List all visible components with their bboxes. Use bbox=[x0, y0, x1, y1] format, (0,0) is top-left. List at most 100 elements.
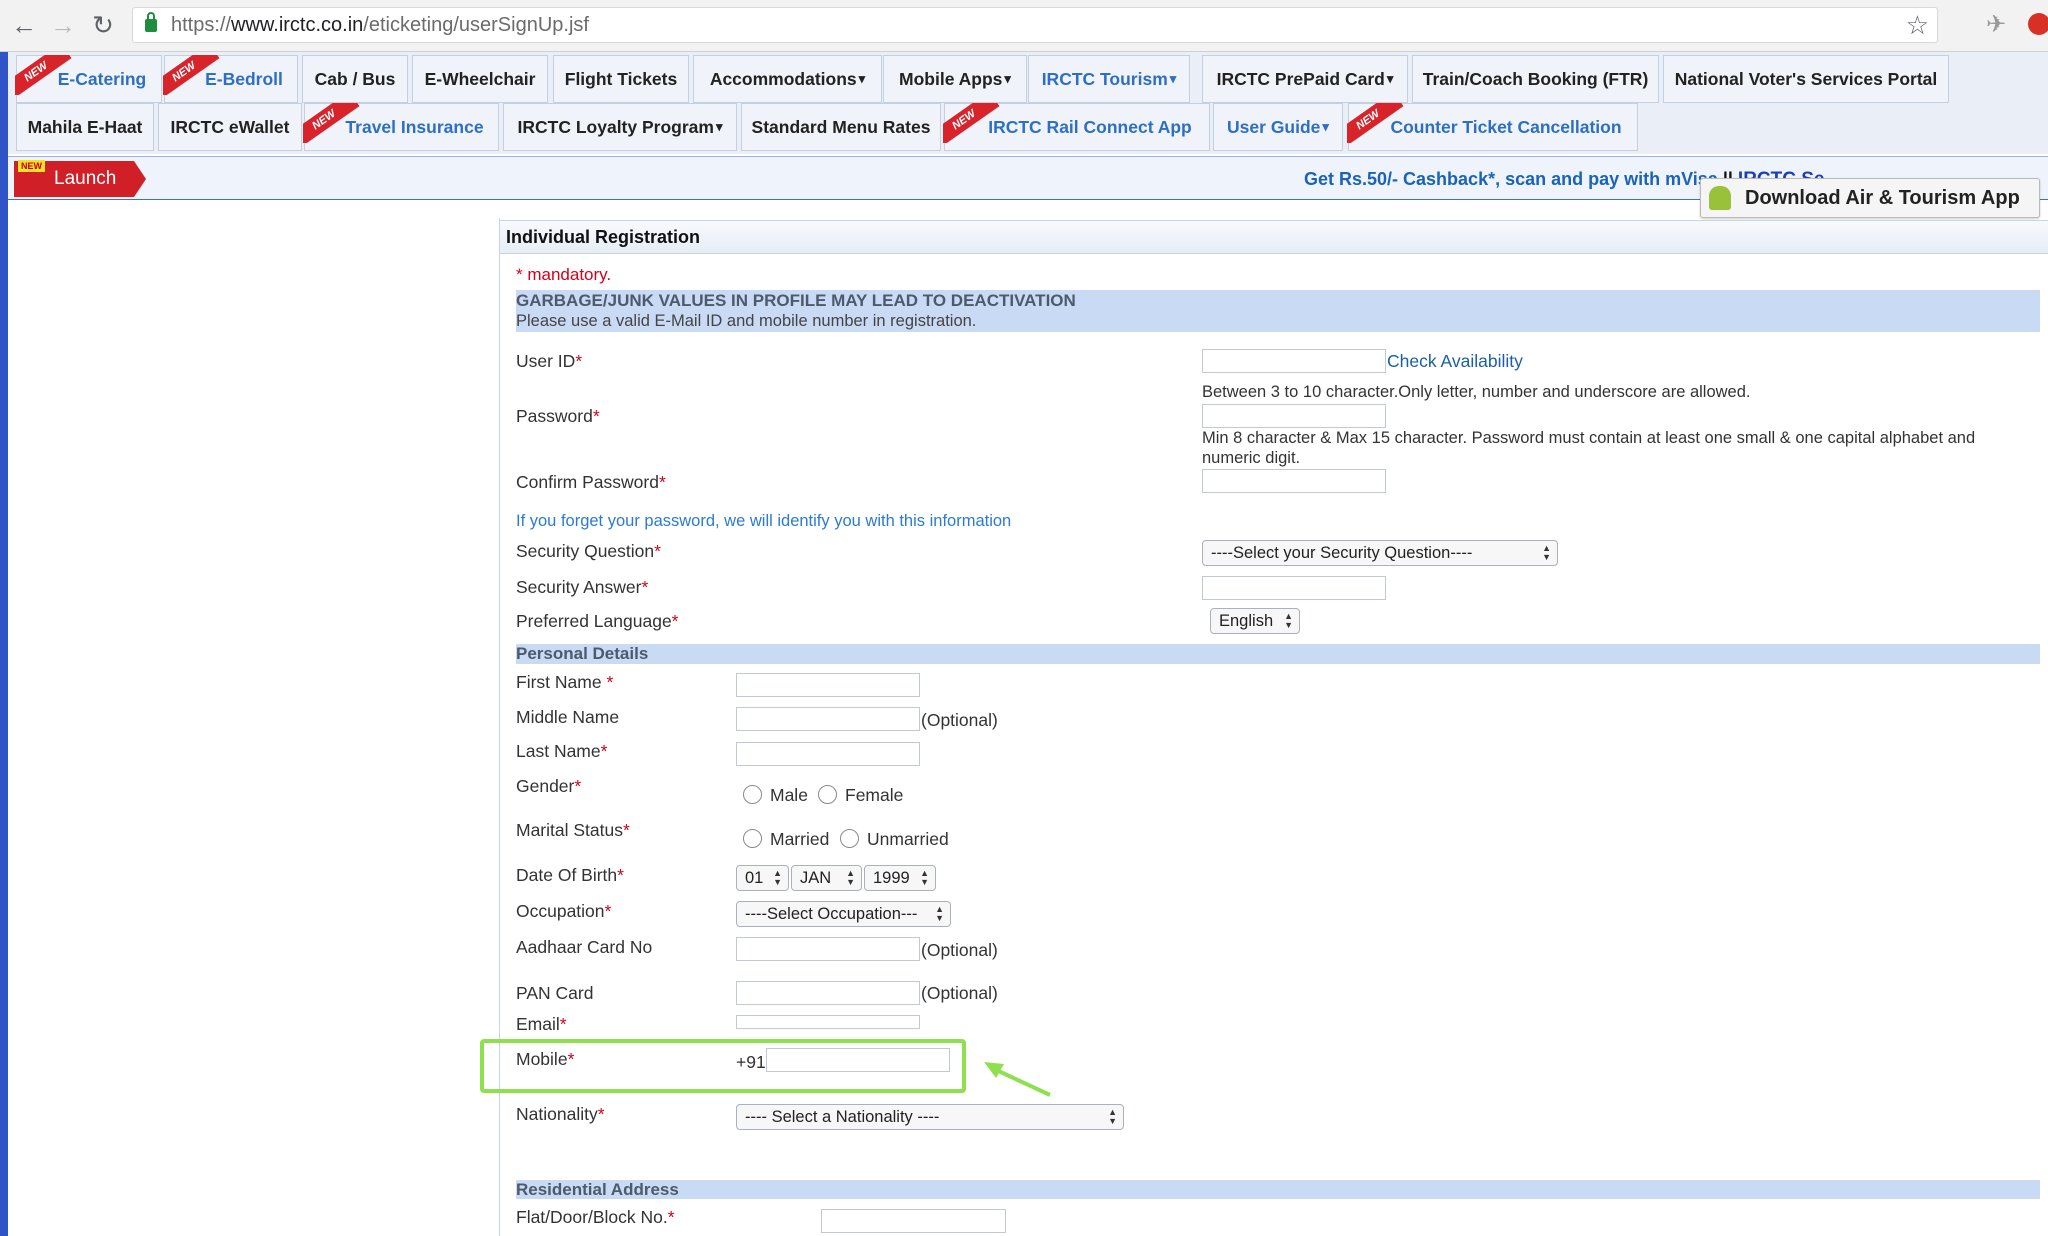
gender-female-radio[interactable] bbox=[818, 785, 837, 804]
row2-menu-item-0[interactable]: Mahila E-Haat bbox=[16, 103, 154, 151]
check-availability-link[interactable]: Check Availability bbox=[1387, 351, 1523, 372]
android-icon bbox=[1709, 186, 1731, 210]
menu-item-label: E-Bedroll bbox=[205, 68, 283, 89]
email-input[interactable] bbox=[736, 1015, 920, 1029]
occupation-label: Occupation* bbox=[516, 901, 612, 921]
row1-menu-item-8[interactable]: IRCTC PrePaid Card ▾ bbox=[1202, 55, 1408, 103]
menu-item-label: Flight Tickets bbox=[564, 68, 678, 89]
user-id-hint: Between 3 to 10 character.Only letter, n… bbox=[1202, 383, 1751, 401]
married-label: Married bbox=[770, 829, 830, 849]
residential-address-band bbox=[516, 1180, 2040, 1199]
last-name-input[interactable] bbox=[736, 742, 920, 766]
menu-item-label: IRCTC eWallet bbox=[170, 116, 290, 137]
unmarried-label: Unmarried bbox=[867, 829, 949, 849]
menu-item-label: Mobile Apps bbox=[899, 68, 1003, 89]
menu-item-label: IRCTC PrePaid Card bbox=[1216, 68, 1385, 89]
row1-menu-item-4[interactable]: Flight Tickets bbox=[553, 55, 689, 103]
security-question-select[interactable]: ----Select your Security Question---- ▲ ▼ bbox=[1202, 540, 1558, 566]
aadhaar-optional: (Optional) bbox=[921, 940, 998, 960]
lock-icon bbox=[145, 12, 157, 32]
pan-input[interactable] bbox=[736, 981, 920, 1005]
launch-label: NEW Launch bbox=[14, 160, 146, 197]
left-accent-strip bbox=[0, 52, 8, 1236]
reload-icon[interactable]: ↻ bbox=[88, 10, 118, 40]
row2-menu-item-4[interactable]: Standard Menu Rates bbox=[741, 103, 941, 151]
married-radio[interactable] bbox=[743, 829, 762, 848]
row2-menu-item-1[interactable]: IRCTC eWallet bbox=[158, 103, 302, 151]
back-arrow-icon[interactable]: ← bbox=[9, 10, 39, 40]
dob-label: Date Of Birth* bbox=[516, 865, 624, 885]
new-badge: NEW bbox=[18, 160, 45, 172]
middle-name-input[interactable] bbox=[736, 707, 920, 731]
nationality-select[interactable]: ---- Select a Nationality ---- ▲ ▼ bbox=[736, 1104, 1124, 1130]
row1-menu-item-7[interactable]: IRCTC Tourism ▾ bbox=[1028, 55, 1190, 103]
row1-menu-item-1[interactable]: E-Bedroll NEW bbox=[163, 55, 298, 103]
row1-menu-item-9[interactable]: Train/Coach Booking (FTR) bbox=[1412, 55, 1659, 103]
row1-menu-item-10[interactable]: National Voter's Services Portal bbox=[1663, 55, 1949, 103]
row1-menu-item-2[interactable]: Cab / Bus bbox=[302, 55, 408, 103]
pan-optional: (Optional) bbox=[921, 983, 998, 1003]
menu-item-label: Train/Coach Booking (FTR) bbox=[1422, 68, 1649, 89]
caret-down-icon: ▾ bbox=[1386, 71, 1394, 86]
pan-label: PAN Card bbox=[516, 983, 594, 1003]
gender-label: Gender* bbox=[516, 776, 582, 796]
star-icon[interactable]: ☆ bbox=[1906, 10, 1929, 41]
menu-item-label: IRCTC Loyalty Program bbox=[517, 116, 714, 137]
residential-address-title: Residential Address bbox=[516, 1180, 679, 1199]
address-bar[interactable]: https://www.irctc.co.in/eticketing/userS… bbox=[132, 7, 1938, 43]
middle-name-label: Middle Name bbox=[516, 707, 620, 727]
unmarried-radio[interactable] bbox=[840, 829, 859, 848]
last-name-label: Last Name* bbox=[516, 741, 608, 761]
menu-item-label: National Voter's Services Portal bbox=[1674, 68, 1938, 89]
row1-menu-item-6[interactable]: Mobile Apps ▾ bbox=[883, 55, 1027, 103]
nationality-label: Nationality* bbox=[516, 1104, 605, 1124]
user-id-label: User ID* bbox=[516, 351, 583, 371]
flat-label: Flat/Door/Block No.* bbox=[516, 1207, 675, 1227]
security-info-text: If you forget your password, we will ide… bbox=[516, 512, 1012, 530]
password-input[interactable] bbox=[1202, 404, 1386, 428]
menu-item-label: User Guide bbox=[1227, 116, 1321, 137]
personal-details-band bbox=[516, 644, 2040, 664]
dob-month-select[interactable]: JAN ▲ ▼ bbox=[791, 865, 862, 891]
download-app-button[interactable]: Download Air & Tourism App bbox=[1700, 178, 2040, 218]
row1-menu-item-5[interactable]: Accommodations ▾ bbox=[693, 55, 882, 103]
row1-menu-item-3[interactable]: E-Wheelchair bbox=[412, 55, 548, 103]
caret-down-icon: ▾ bbox=[1169, 71, 1177, 86]
caret-down-icon: ▾ bbox=[858, 71, 866, 86]
middle-name-optional: (Optional) bbox=[921, 710, 998, 730]
row2-menu-item-7[interactable]: Counter Ticket Cancellation NEW bbox=[1347, 103, 1638, 151]
row2-menu-item-6[interactable]: User Guide ▾ bbox=[1213, 103, 1343, 151]
preferred-language-label: Preferred Language* bbox=[516, 611, 679, 631]
confirm-password-input[interactable] bbox=[1202, 469, 1386, 493]
menu-item-label: IRCTC Rail Connect App bbox=[988, 116, 1192, 137]
row2-menu-item-3[interactable]: IRCTC Loyalty Program ▾ bbox=[503, 103, 737, 151]
user-id-input[interactable] bbox=[1202, 349, 1386, 373]
dob-year-select[interactable]: 1999 ▲ ▼ bbox=[864, 865, 936, 891]
row2-menu-item-2[interactable]: Travel Insurance NEW bbox=[303, 103, 499, 151]
row1-menu-item-0[interactable]: E-Catering NEW bbox=[15, 55, 162, 103]
occupation-select[interactable]: ----Select Occupation--- ▲ ▼ bbox=[736, 901, 951, 927]
preferred-language-select[interactable]: English ▲ ▼ bbox=[1210, 608, 1300, 634]
download-app-label: Download Air & Tourism App bbox=[1745, 186, 2020, 209]
menu-item-label: Accommodations bbox=[709, 68, 857, 89]
first-name-label: First Name * bbox=[516, 672, 614, 692]
browser-toolbar: ← → ↻ https://www.irctc.co.in/eticketing… bbox=[0, 0, 2048, 52]
flat-input[interactable] bbox=[821, 1209, 1006, 1233]
forward-arrow-icon[interactable]: → bbox=[48, 10, 78, 40]
security-answer-input[interactable] bbox=[1202, 576, 1386, 600]
warning-text: Please use a valid E-Mail ID and mobile … bbox=[516, 312, 977, 330]
security-answer-label: Security Answer* bbox=[516, 577, 649, 597]
row2-menu-item-5[interactable]: IRCTC Rail Connect App NEW bbox=[943, 103, 1210, 151]
menu-item-label: IRCTC Tourism bbox=[1041, 68, 1168, 89]
mobile-highlight-box bbox=[480, 1039, 966, 1093]
password-label: Password* bbox=[516, 406, 600, 426]
dob-day-select[interactable]: 01 ▲ ▼ bbox=[736, 865, 789, 891]
confirm-password-label: Confirm Password* bbox=[516, 472, 666, 492]
profile-icon[interactable] bbox=[2028, 13, 2048, 35]
gender-male-radio[interactable] bbox=[743, 785, 762, 804]
email-label: Email* bbox=[516, 1014, 567, 1034]
extension-icon[interactable]: ✈ bbox=[1986, 10, 2006, 39]
menu-item-label: Cab / Bus bbox=[314, 68, 396, 89]
aadhaar-input[interactable] bbox=[736, 937, 920, 961]
first-name-input[interactable] bbox=[736, 673, 920, 697]
